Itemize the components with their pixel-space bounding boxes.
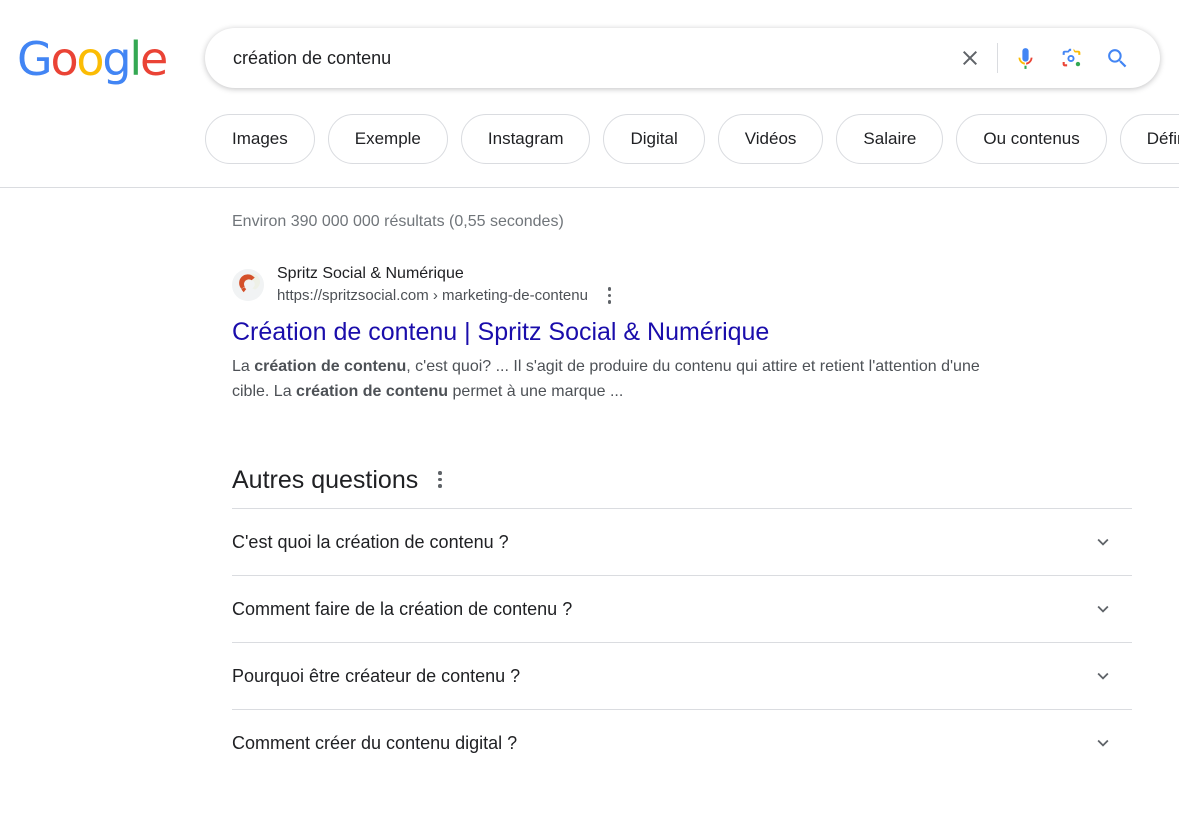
chip-label: Digital bbox=[630, 129, 678, 148]
chip-label: Images bbox=[232, 129, 288, 148]
logo-letter-e: e bbox=[139, 32, 168, 86]
kebab-dot bbox=[438, 484, 442, 488]
snippet-highlight: création de contenu bbox=[254, 357, 407, 375]
search-result-item: Spritz Social & Numérique https://spritz… bbox=[232, 263, 1179, 404]
snippet-text: permet à une marque ... bbox=[448, 382, 624, 400]
snippet-text: La bbox=[232, 357, 255, 375]
search-input[interactable] bbox=[205, 28, 947, 88]
chip-exemple[interactable]: Exemple bbox=[327, 114, 448, 164]
chip-label: Ou contenus bbox=[983, 129, 1080, 148]
filter-chips: Images Exemple Instagram Digital Vidéos … bbox=[205, 114, 1179, 164]
search-bar-divider bbox=[997, 43, 998, 73]
more-options-icon[interactable] bbox=[602, 284, 618, 307]
more-options-icon[interactable] bbox=[432, 468, 448, 491]
paa-question-1[interactable]: C'est quoi la création de contenu ? bbox=[232, 507, 1132, 575]
paa-question-text: C'est quoi la création de contenu ? bbox=[232, 531, 509, 552]
chip-salaire[interactable]: Salaire bbox=[836, 114, 944, 164]
paa-question-text: Comment faire de la création de contenu … bbox=[232, 598, 573, 619]
chip-instagram[interactable]: Instagram bbox=[460, 114, 591, 164]
logo-letter-g1: G bbox=[17, 32, 53, 86]
paa-question-text: Comment créer du contenu digital ? bbox=[232, 732, 518, 753]
paa-question-3[interactable]: Pourquoi être créateur de contenu ? bbox=[232, 641, 1132, 709]
chevron-down-icon[interactable] bbox=[1092, 531, 1114, 553]
logo-letter-g2: g bbox=[102, 32, 131, 86]
result-snippet: La création de contenu, c'est quoi? ... … bbox=[232, 354, 1000, 404]
search-icon[interactable] bbox=[1094, 35, 1140, 81]
search-results-main: Environ 390 000 000 résultats (0,55 seco… bbox=[0, 188, 1179, 776]
chip-label: Instagram bbox=[487, 129, 564, 148]
site-meta: Spritz Social & Numérique https://spritz… bbox=[277, 263, 617, 307]
snippet-highlight: création de contenu bbox=[296, 382, 449, 400]
paa-question-4[interactable]: Comment créer du contenu digital ? bbox=[232, 708, 1132, 776]
chip-videos[interactable]: Vidéos bbox=[717, 114, 824, 164]
spritz-social-favicon bbox=[232, 268, 264, 301]
kebab-dot bbox=[438, 471, 442, 475]
people-also-ask-title: Autres questions bbox=[232, 465, 419, 494]
kebab-dot bbox=[607, 287, 612, 291]
chevron-down-icon[interactable] bbox=[1092, 665, 1114, 687]
people-also-ask-list: C'est quoi la création de contenu ? Comm… bbox=[232, 507, 1132, 776]
people-also-ask-section: Autres questions C'est quoi la création … bbox=[232, 464, 1132, 776]
paa-question-text: Pourquoi être créateur de contenu ? bbox=[232, 665, 521, 686]
logo-letter-o1: o bbox=[50, 32, 78, 86]
kebab-dot bbox=[438, 477, 442, 482]
kebab-dot bbox=[607, 300, 612, 304]
chip-images[interactable]: Images bbox=[205, 114, 315, 164]
microphone-icon[interactable] bbox=[1002, 35, 1048, 81]
logo-letter-l: l bbox=[129, 32, 142, 86]
result-header: Spritz Social & Numérique https://spritz… bbox=[232, 263, 1179, 307]
chip-label: Définition bbox=[1146, 129, 1179, 148]
close-icon[interactable] bbox=[947, 35, 993, 81]
chevron-down-icon[interactable] bbox=[1092, 732, 1114, 754]
chevron-down-icon[interactable] bbox=[1092, 598, 1114, 620]
chip-digital[interactable]: Digital bbox=[603, 114, 705, 164]
google-logo[interactable]: Google bbox=[17, 32, 168, 86]
paa-question-2[interactable]: Comment faire de la création de contenu … bbox=[232, 574, 1132, 642]
chip-label: Exemple bbox=[354, 129, 421, 148]
results-count-text: Environ 390 000 000 résultats (0,55 seco… bbox=[232, 213, 564, 230]
result-title-link[interactable]: Création de contenu | Spritz Social & Nu… bbox=[232, 316, 1179, 348]
chip-definition[interactable]: Définition bbox=[1119, 114, 1179, 164]
chip-label: Vidéos bbox=[744, 129, 797, 148]
search-header: Google création de contenu Images Exempl… bbox=[0, 0, 1179, 188]
logo-letter-o2: o bbox=[76, 32, 104, 86]
site-url-row: https://spritzsocial.com › marketing-de-… bbox=[277, 284, 617, 307]
chip-label: Salaire bbox=[863, 129, 917, 148]
site-name: Spritz Social & Numérique bbox=[277, 265, 464, 282]
chip-ou-contenus[interactable]: Ou contenus bbox=[956, 114, 1107, 164]
search-bar bbox=[205, 28, 1160, 88]
site-url-breadcrumb: https://spritzsocial.com › marketing-de-… bbox=[277, 286, 588, 304]
kebab-dot bbox=[607, 293, 612, 297]
google-lens-icon[interactable] bbox=[1048, 35, 1094, 81]
people-also-ask-header: Autres questions bbox=[232, 464, 1132, 496]
